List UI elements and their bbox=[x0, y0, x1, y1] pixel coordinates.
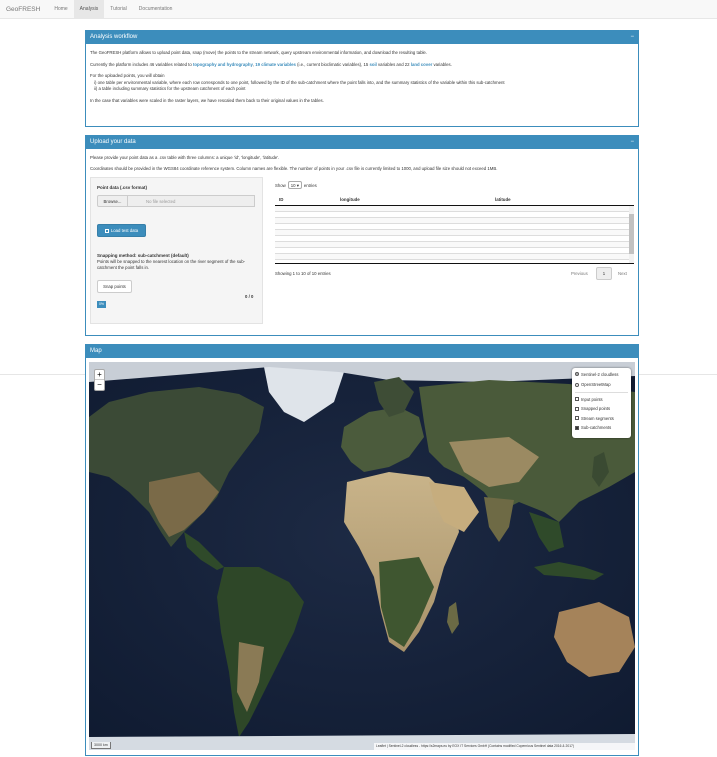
link-soil[interactable]: soil bbox=[369, 62, 376, 67]
link-topography[interactable]: topography and hydrography bbox=[193, 62, 253, 67]
table-length-control: Show 10 ▾ entries bbox=[275, 181, 317, 189]
snap-method-heading: Snapping method: sub-catchment (default) bbox=[97, 253, 189, 258]
layer-label: Sub-catchments bbox=[581, 425, 612, 431]
box-header: Upload your data − bbox=[86, 135, 638, 149]
column-header-id[interactable]: ID bbox=[275, 194, 340, 205]
zoom-control: + − bbox=[94, 369, 105, 391]
point-data-label: Point data (.csv format) bbox=[97, 185, 148, 190]
layer-label: Input points bbox=[581, 396, 603, 402]
nav-home[interactable]: Home bbox=[48, 0, 73, 19]
layer-control: Sentinel-2 cloudless OpenStreetMap Input… bbox=[572, 368, 631, 438]
radio-icon[interactable] bbox=[575, 382, 579, 387]
link-land-cover[interactable]: land cover bbox=[411, 62, 433, 67]
table-row bbox=[275, 254, 634, 260]
entries-value: 10 bbox=[290, 183, 296, 188]
nav-tutorial[interactable]: Tutorial bbox=[104, 0, 133, 19]
workflow-variables: Currently the platform includes 46 varia… bbox=[90, 62, 634, 69]
world-map-image bbox=[89, 362, 635, 750]
vars-text: Currently the platform includes 46 varia… bbox=[90, 61, 193, 67]
checkbox-icon[interactable] bbox=[575, 406, 579, 411]
base-layer-osm[interactable]: OpenStreetMap bbox=[575, 382, 628, 389]
box-title: Map bbox=[90, 348, 102, 354]
overlay-sub-catchments[interactable]: Sub-catchments bbox=[575, 425, 628, 432]
map-attribution: Leaflet | Sentinel-2 cloudless - https:/… bbox=[374, 743, 635, 750]
brand-logo[interactable]: GeoFRESH bbox=[0, 6, 48, 13]
link-climate[interactable]: 19 climate variables bbox=[255, 62, 296, 67]
box-header: Analysis workflow − bbox=[86, 30, 638, 44]
workflow-intro: The GeoFRESH platform allows to upload p… bbox=[90, 50, 428, 55]
layer-label: OpenStreetMap bbox=[581, 382, 611, 388]
zoom-out-button[interactable]: − bbox=[95, 380, 104, 390]
overlay-stream-segments[interactable]: Stream segments bbox=[575, 415, 628, 422]
file-name-field[interactable]: No file selected bbox=[127, 195, 255, 207]
snap-points-button[interactable]: Snap points bbox=[97, 280, 132, 293]
upload-instructions-1: Please provide your point data as a .csv… bbox=[90, 155, 280, 160]
show-label: Show bbox=[275, 182, 286, 188]
browse-button[interactable]: Browse... bbox=[97, 195, 128, 207]
analysis-workflow-box: Analysis workflow − The GeoFRESH platfor… bbox=[85, 30, 639, 127]
table-info: Showing 1 to 10 of 10 entries bbox=[275, 271, 331, 276]
chevron-down-icon: ▾ bbox=[296, 183, 299, 188]
collapse-icon[interactable]: − bbox=[630, 30, 634, 44]
checkbox-icon[interactable] bbox=[575, 425, 579, 430]
zoom-in-button[interactable]: + bbox=[95, 370, 104, 380]
overlay-snapped-points[interactable]: Snapped points bbox=[575, 406, 628, 413]
table-body bbox=[275, 206, 634, 264]
layer-label: Snapped points bbox=[581, 406, 611, 412]
column-header-longitude[interactable]: longitude bbox=[340, 194, 495, 205]
map-canvas[interactable] bbox=[89, 362, 635, 750]
radio-icon[interactable] bbox=[575, 372, 579, 377]
pagination-previous[interactable]: Previous bbox=[571, 271, 588, 276]
table-icon bbox=[104, 228, 109, 233]
map-scale-bar: 3000 km bbox=[91, 742, 111, 749]
layer-divider bbox=[575, 392, 628, 393]
box-title: Upload your data bbox=[90, 139, 136, 145]
output-item-2: ii) a table including summary statistics… bbox=[94, 86, 246, 92]
load-test-data-label: Load test data bbox=[110, 227, 139, 233]
nav-documentation[interactable]: Documentation bbox=[133, 0, 179, 19]
table-scrollbar[interactable] bbox=[629, 206, 634, 263]
box-body: The GeoFRESH platform allows to upload p… bbox=[86, 44, 638, 109]
pagination-page-1[interactable]: 1 bbox=[596, 267, 612, 280]
pagination-next[interactable]: Next bbox=[618, 271, 627, 276]
uploaded-heading: For the uploaded points, you will obtain bbox=[90, 73, 165, 79]
table-header: ID longitude latitude bbox=[275, 194, 634, 206]
vars-text: (i.e., current bioclimatic variables), 1… bbox=[295, 61, 370, 67]
base-layer-sentinel[interactable]: Sentinel-2 cloudless bbox=[575, 371, 628, 378]
progress-badge: 0% bbox=[97, 301, 106, 308]
layer-label: Stream segments bbox=[581, 415, 614, 421]
load-test-data-button[interactable]: Load test data bbox=[97, 224, 146, 237]
snap-method-description: Points will be snapped to the nearest lo… bbox=[97, 259, 246, 270]
upload-instructions-2: Coordinates should be provided in the WG… bbox=[90, 165, 498, 171]
vars-text: variables. bbox=[432, 61, 452, 67]
box-title: Analysis workflow bbox=[90, 34, 138, 40]
scrollbar-thumb[interactable] bbox=[629, 214, 634, 254]
column-header-latitude[interactable]: latitude bbox=[495, 194, 625, 205]
overlay-input-points[interactable]: Input points bbox=[575, 396, 628, 403]
collapse-icon[interactable]: − bbox=[630, 135, 634, 149]
checkbox-icon[interactable] bbox=[575, 416, 579, 421]
navbar: GeoFRESH Home Analysis Tutorial Document… bbox=[0, 0, 717, 19]
checkbox-icon[interactable] bbox=[575, 397, 579, 402]
box-body: Please provide your point data as a .csv… bbox=[86, 149, 638, 176]
nav-analysis[interactable]: Analysis bbox=[73, 0, 105, 19]
layer-label: Sentinel-2 cloudless bbox=[581, 371, 619, 377]
vars-text: variables and 22 bbox=[376, 61, 411, 67]
scaled-note: In the case that variables were scaled i… bbox=[90, 97, 324, 103]
progress-text: 0 / 0 bbox=[245, 294, 254, 299]
box-header: Map bbox=[86, 344, 638, 358]
entries-label: entries bbox=[303, 182, 317, 188]
output-item-1: i) one table per environmental variable,… bbox=[94, 79, 505, 85]
entries-select[interactable]: 10 ▾ bbox=[287, 181, 302, 189]
